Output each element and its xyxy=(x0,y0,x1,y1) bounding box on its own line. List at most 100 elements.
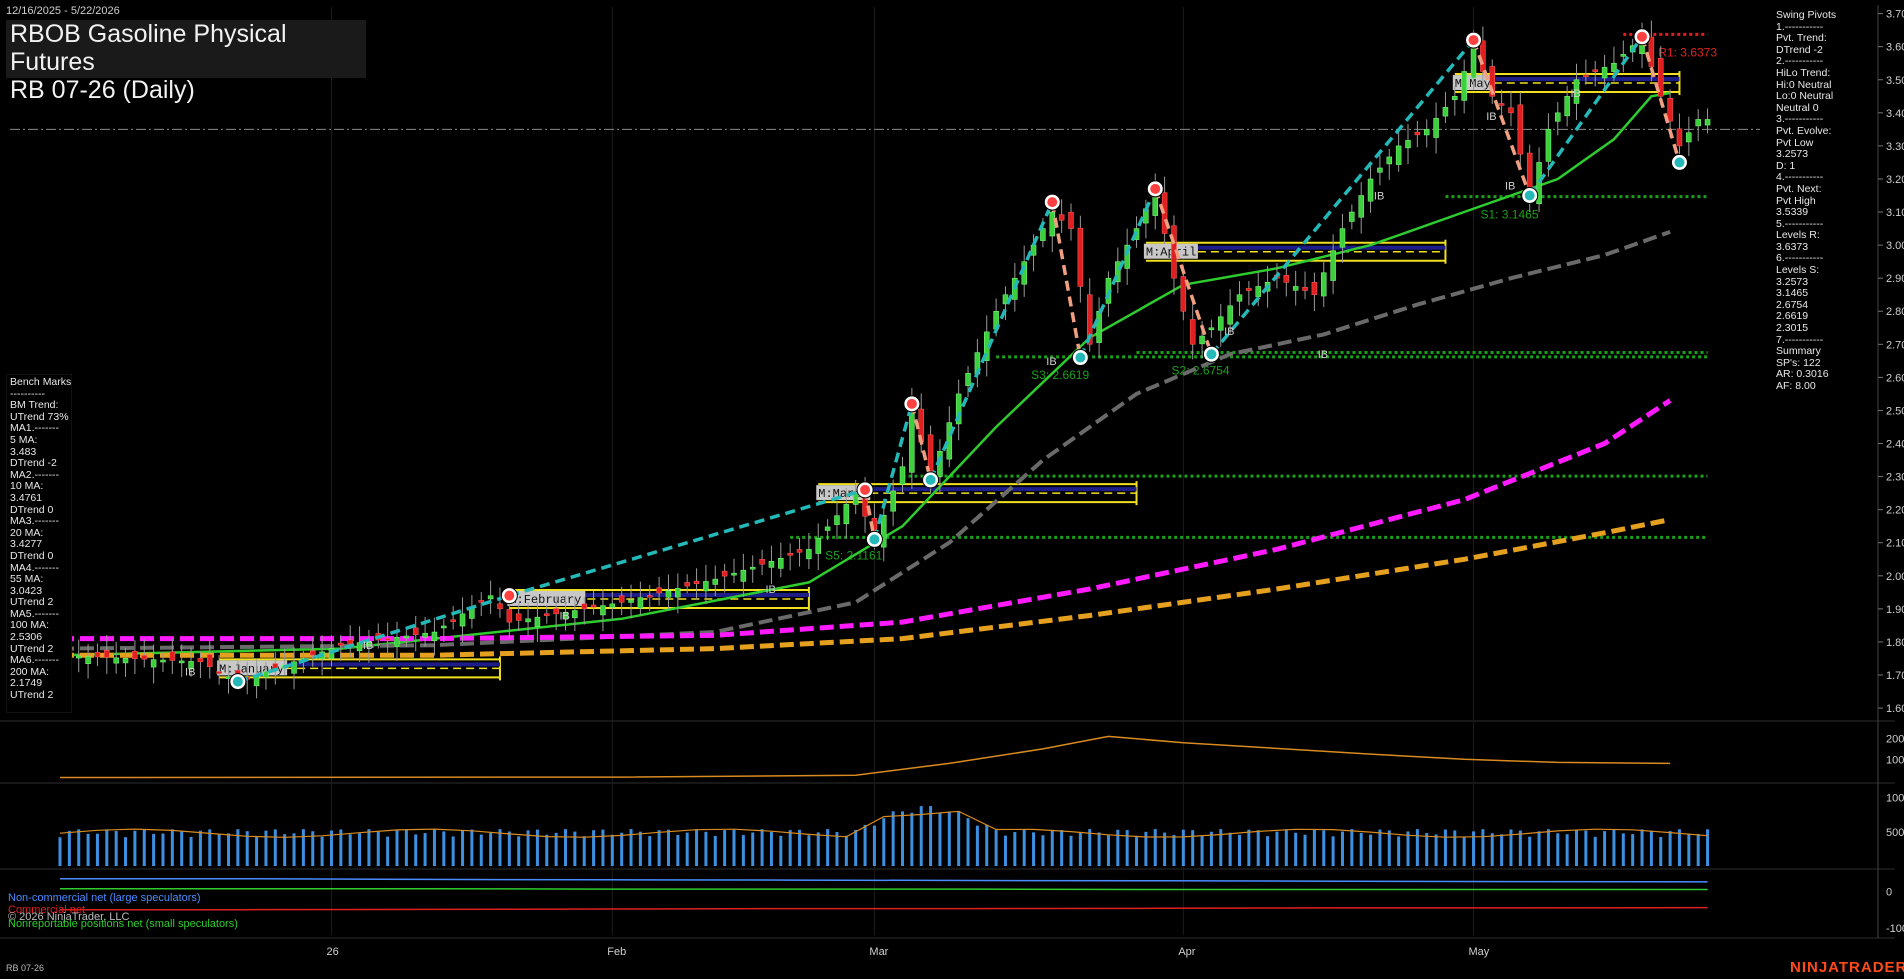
candle-body xyxy=(544,613,550,616)
volume-bar xyxy=(601,829,605,866)
candle-body xyxy=(1283,275,1290,283)
date-range: 12/16/2025 - 5/22/2026 xyxy=(6,5,120,17)
volume-bar xyxy=(1041,835,1045,866)
candle-body xyxy=(1208,327,1215,331)
volume-bar xyxy=(816,832,820,866)
benchmark-line: 2.5306 xyxy=(10,631,43,644)
candle-body xyxy=(553,608,559,615)
volume-bar xyxy=(695,829,699,866)
candle-body xyxy=(1517,104,1524,155)
volume-bar xyxy=(1312,829,1316,866)
volume-bar xyxy=(985,824,989,866)
volume-bar xyxy=(1640,829,1644,866)
volume-bar xyxy=(451,836,455,866)
volume-bar xyxy=(301,829,305,866)
volume-bar xyxy=(1078,831,1082,866)
y-tick-label: 3.1000 xyxy=(1886,207,1904,219)
volume-bar xyxy=(564,829,567,866)
volume-bar xyxy=(414,834,418,866)
ib-label: IB xyxy=(1318,349,1328,361)
candle-body xyxy=(1377,167,1383,173)
candle-body xyxy=(216,671,222,674)
candle-body xyxy=(1339,228,1346,248)
y-tick-label: 2.2000 xyxy=(1886,505,1904,517)
volume-bar xyxy=(554,832,558,866)
volume-bar xyxy=(938,812,942,866)
x-tick-label: Mar xyxy=(869,946,888,958)
ib-label: IB xyxy=(1571,88,1581,100)
month-label: M:February xyxy=(509,593,581,607)
volume-bar xyxy=(376,831,380,866)
candle-body xyxy=(806,549,812,560)
pivot-marker-core xyxy=(1524,190,1535,201)
volume-bar xyxy=(189,837,193,866)
benchmark-line: UTrend 2 xyxy=(10,689,54,702)
candle-body xyxy=(1704,119,1711,126)
volume-bar xyxy=(1303,834,1307,866)
volume-bar xyxy=(1631,834,1635,866)
candle-body xyxy=(1508,107,1514,114)
candle-body xyxy=(843,504,850,525)
volume-bar xyxy=(620,832,624,866)
swing-pivot-line: 3.5339 xyxy=(1776,206,1809,219)
volume-bar xyxy=(1443,829,1447,866)
candle-body xyxy=(1423,129,1430,136)
volume-bar xyxy=(666,829,670,866)
candle-body xyxy=(647,595,653,598)
volume-bar xyxy=(610,834,614,866)
volume-bar xyxy=(741,835,745,866)
candle-body xyxy=(1470,46,1477,79)
candle-body xyxy=(178,660,185,664)
panel4-y-tick: -100K xyxy=(1886,923,1904,935)
x-tick-label: Apr xyxy=(1178,946,1195,958)
volume-bar xyxy=(498,829,502,866)
volume-bar xyxy=(1706,829,1710,866)
y-tick-label: 3.2000 xyxy=(1886,174,1904,186)
volume-bar xyxy=(1247,829,1251,866)
volume-bar xyxy=(1340,831,1344,866)
legend-nonreportable: Nonreportable positions net (small specu… xyxy=(8,918,238,930)
volume-bar xyxy=(273,829,277,866)
candle-body xyxy=(1199,335,1205,345)
footer-instrument-label: RB 07-26 xyxy=(6,963,45,973)
candle-body xyxy=(197,658,204,663)
candle-body xyxy=(1236,294,1243,302)
volume-bar xyxy=(1593,836,1597,866)
volume-bar xyxy=(1565,834,1569,866)
volume-bar xyxy=(1097,832,1101,866)
candle-body xyxy=(1386,156,1393,165)
volume-bar xyxy=(1331,836,1335,866)
candle-body xyxy=(778,558,784,569)
volume-bar xyxy=(1088,829,1092,866)
candle-body xyxy=(160,659,166,663)
pivot-marker-core xyxy=(232,676,243,687)
volume-bar xyxy=(1584,830,1588,866)
candle-body xyxy=(590,604,597,608)
candle-body xyxy=(965,372,971,386)
candle-body xyxy=(85,656,91,664)
candle-body xyxy=(628,599,634,603)
volume-bar xyxy=(236,829,240,866)
candle-body xyxy=(1442,107,1449,117)
candle-body xyxy=(1255,286,1261,297)
y-tick-label: 2.6000 xyxy=(1886,372,1904,384)
candle-body xyxy=(1648,36,1655,67)
cot-series-line xyxy=(60,888,1708,891)
month-label: M:April xyxy=(1146,246,1196,260)
swing-pivot-line: AF: 8.00 xyxy=(1776,380,1816,392)
volume-bar xyxy=(489,832,493,866)
volume-bar xyxy=(1528,836,1532,866)
volume-bar xyxy=(910,812,914,866)
instrument-title: RBOB Gasoline Physical Futures xyxy=(10,20,287,76)
y-tick-label: 2.3000 xyxy=(1886,472,1904,484)
volume-bar xyxy=(947,811,951,866)
candle-body xyxy=(497,603,503,610)
volume-bar xyxy=(1153,829,1157,866)
candle-body xyxy=(1218,316,1224,331)
price-chart[interactable]: 26 Feb Mar Apr May 1.6000 1.7000 1.8000 1.9000 2.… xyxy=(0,0,1904,979)
candle-body xyxy=(1414,131,1421,136)
volume-bar xyxy=(348,834,352,866)
candle-body xyxy=(1686,132,1692,143)
volume-bar xyxy=(545,834,549,866)
swing-pivots-panel: Swing Pivots 1.----------- Pvt. Trend: DTre… xyxy=(1773,6,1836,404)
